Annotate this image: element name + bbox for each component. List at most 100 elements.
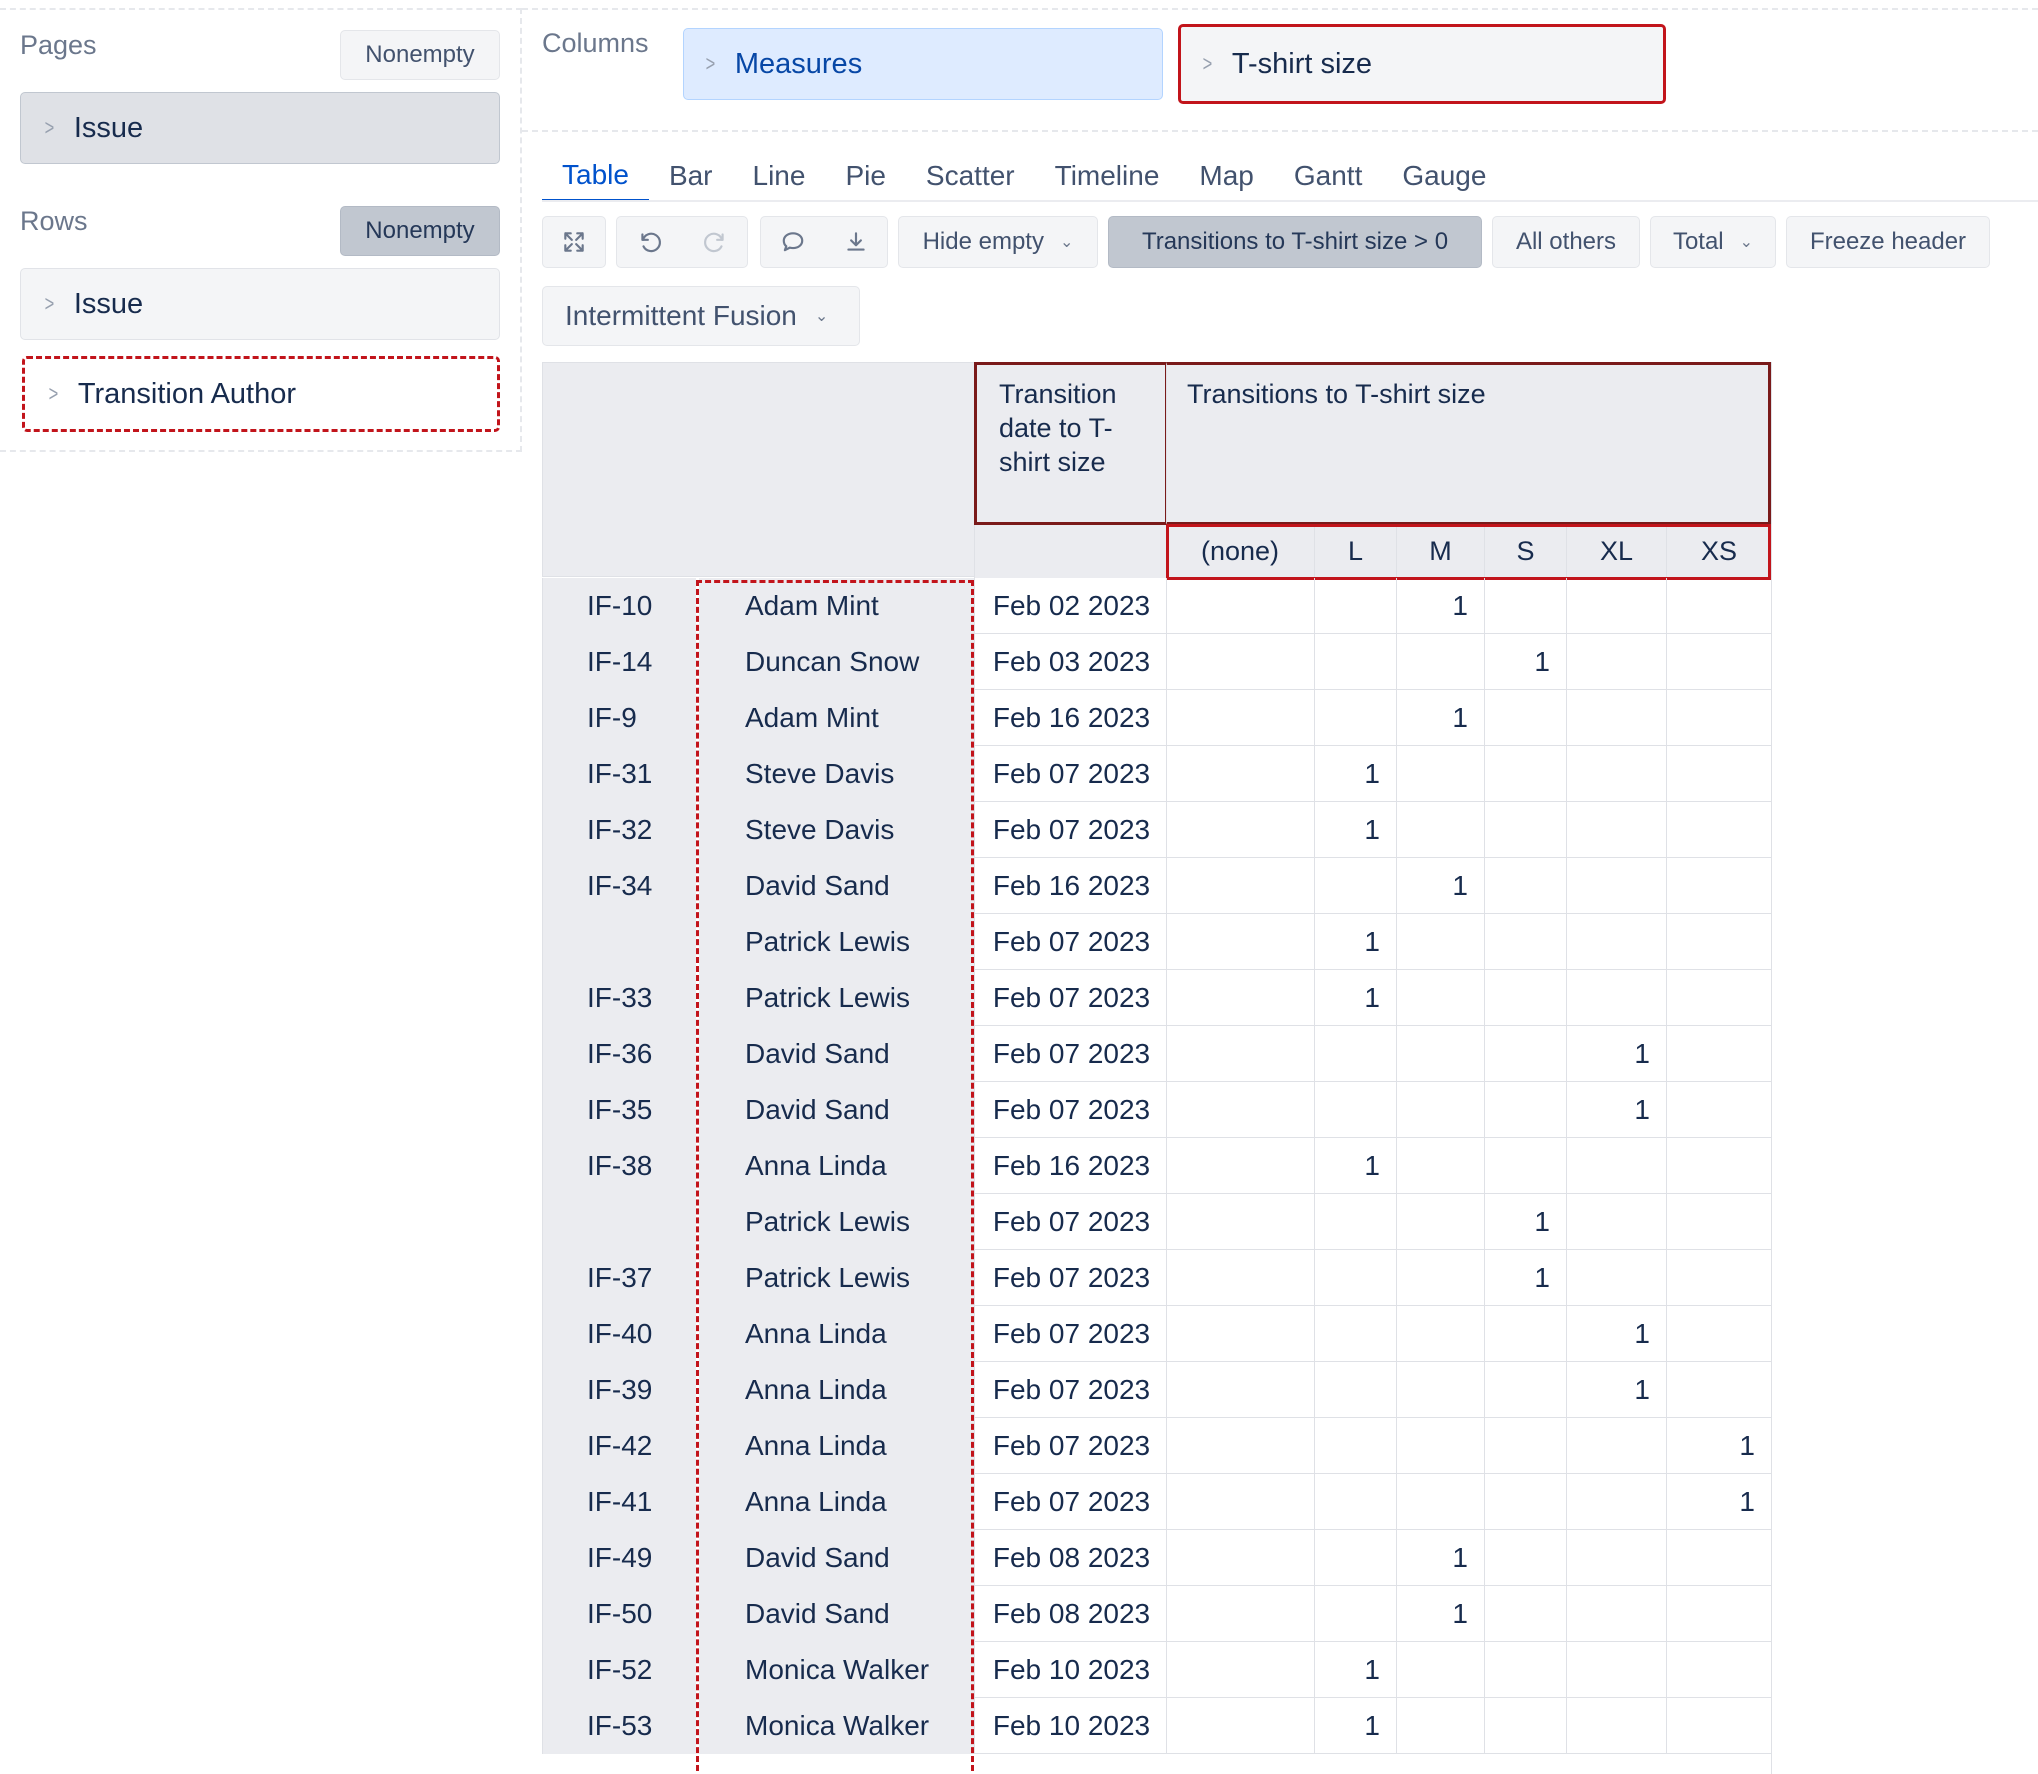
freeze-header-button[interactable]: Freeze header: [1786, 216, 1990, 268]
tab-line[interactable]: Line: [733, 150, 826, 202]
value-cell: [1666, 1250, 1771, 1306]
issue-cell[interactable]: IF-36: [542, 1026, 696, 1082]
undo-button[interactable]: [617, 229, 682, 255]
view-tabs: Table Bar Line Pie Scatter Timeline Map …: [542, 150, 1506, 202]
issue-cell[interactable]: IF-41: [542, 1474, 696, 1530]
author-cell[interactable]: Monica Walker: [696, 1698, 974, 1754]
total-dropdown[interactable]: Total ⌄: [1650, 216, 1776, 268]
download-button[interactable]: [824, 229, 887, 255]
value-cell: [1396, 802, 1484, 858]
pages-issue-chip[interactable]: > Issue: [20, 92, 500, 164]
table-row: IF-10 Adam Mint Feb 02 2023 1: [542, 578, 1772, 634]
table-body: IF-10 Adam Mint Feb 02 2023 1 IF-14 Duncan Sn…: [542, 578, 1772, 1754]
issue-cell[interactable]: IF-35: [542, 1082, 696, 1138]
project-dropdown[interactable]: Intermittent Fusion ⌄: [542, 286, 860, 346]
author-cell[interactable]: Patrick Lewis: [696, 970, 974, 1026]
author-cell[interactable]: Anna Linda: [696, 1306, 974, 1362]
value-cell: 1: [1666, 1418, 1771, 1474]
author-cell[interactable]: Adam Mint: [696, 578, 974, 634]
table-row: IF-36 David Sand Feb 07 2023 1: [542, 1026, 1772, 1082]
value-cell: [1314, 1530, 1396, 1586]
rows-nonempty-button[interactable]: Nonempty: [340, 206, 500, 256]
chevron-right-icon: >: [44, 291, 55, 316]
all-others-button[interactable]: All others: [1492, 216, 1640, 268]
chevron-right-icon: >: [48, 381, 59, 406]
value-cell: [1484, 1138, 1566, 1194]
author-cell[interactable]: Anna Linda: [696, 1138, 974, 1194]
author-cell[interactable]: Anna Linda: [696, 1362, 974, 1418]
issue-cell[interactable]: IF-42: [542, 1418, 696, 1474]
author-cell[interactable]: David Sand: [696, 1082, 974, 1138]
issue-cell[interactable]: IF-49: [542, 1530, 696, 1586]
value-cell: [1484, 1530, 1566, 1586]
author-cell[interactable]: Adam Mint: [696, 690, 974, 746]
value-cell: [1166, 1698, 1314, 1754]
author-cell[interactable]: Steve Davis: [696, 746, 974, 802]
hide-empty-dropdown[interactable]: Hide empty ⌄: [898, 216, 1098, 268]
measure-filter-button[interactable]: Transitions to T-shirt size > 0: [1108, 216, 1482, 268]
rows-transition-author-chip[interactable]: > Transition Author: [22, 356, 500, 432]
tab-gauge[interactable]: Gauge: [1382, 150, 1506, 202]
tab-bar[interactable]: Bar: [649, 150, 733, 202]
tab-table[interactable]: Table: [542, 150, 649, 202]
issue-cell[interactable]: IF-37: [542, 1250, 696, 1306]
tab-timeline[interactable]: Timeline: [1035, 150, 1180, 202]
author-cell[interactable]: David Sand: [696, 1026, 974, 1082]
author-cell[interactable]: Patrick Lewis: [696, 1250, 974, 1306]
tab-map[interactable]: Map: [1179, 150, 1273, 202]
value-cell: 1: [1396, 578, 1484, 634]
issue-cell[interactable]: IF-50: [542, 1586, 696, 1642]
value-cell: [1166, 1642, 1314, 1698]
issue-cell[interactable]: IF-33: [542, 970, 696, 1026]
author-cell[interactable]: Patrick Lewis: [696, 914, 974, 970]
chevron-down-icon: ⌄: [1739, 234, 1754, 251]
value-cell: [1566, 1698, 1666, 1754]
issue-cell[interactable]: IF-32: [542, 802, 696, 858]
value-cell: 1: [1484, 1250, 1566, 1306]
author-cell[interactable]: Anna Linda: [696, 1474, 974, 1530]
author-cell[interactable]: David Sand: [696, 858, 974, 914]
tab-scatter[interactable]: Scatter: [906, 150, 1035, 202]
value-cell: [1166, 970, 1314, 1026]
author-cell[interactable]: David Sand: [696, 1586, 974, 1642]
issue-cell[interactable]: IF-31: [542, 746, 696, 802]
author-cell[interactable]: Anna Linda: [696, 1418, 974, 1474]
value-cell: [1166, 690, 1314, 746]
author-cell[interactable]: Monica Walker: [696, 1642, 974, 1698]
expand-button[interactable]: [542, 216, 606, 268]
issue-cell[interactable]: IF-14: [542, 634, 696, 690]
value-cell: [1666, 970, 1771, 1026]
issue-cell[interactable]: [542, 914, 696, 970]
value-cell: [1484, 690, 1566, 746]
issue-cell[interactable]: IF-34: [542, 858, 696, 914]
redo-button[interactable]: [682, 229, 747, 255]
issue-cell[interactable]: IF-40: [542, 1306, 696, 1362]
issue-cell[interactable]: IF-10: [542, 578, 696, 634]
author-cell[interactable]: Patrick Lewis: [696, 1194, 974, 1250]
issue-cell[interactable]: IF-38: [542, 1138, 696, 1194]
columns-measures-chip[interactable]: > Measures: [683, 28, 1163, 100]
value-cell: 1: [1666, 1474, 1771, 1530]
columns-tshirt-size-chip[interactable]: > T-shirt size: [1178, 24, 1666, 104]
value-cell: [1666, 634, 1771, 690]
comment-button[interactable]: [761, 229, 824, 255]
author-cell[interactable]: Steve Davis: [696, 802, 974, 858]
pages-nonempty-button[interactable]: Nonempty: [340, 30, 500, 80]
project-dropdown-label: Intermittent Fusion: [565, 300, 797, 331]
issue-cell[interactable]: IF-39: [542, 1362, 696, 1418]
transition-date-header[interactable]: Transition date to T-shirt size: [974, 362, 1168, 525]
rows-issue-chip[interactable]: > Issue: [20, 268, 500, 340]
tab-pie[interactable]: Pie: [825, 150, 905, 202]
total-label: Total: [1672, 228, 1724, 255]
issue-cell[interactable]: IF-9: [542, 690, 696, 746]
author-cell[interactable]: David Sand: [696, 1530, 974, 1586]
issue-cell[interactable]: IF-53: [542, 1698, 696, 1754]
tab-gantt[interactable]: Gantt: [1274, 150, 1382, 202]
issue-cell[interactable]: IF-52: [542, 1642, 696, 1698]
author-cell[interactable]: Duncan Snow: [696, 634, 974, 690]
issue-cell[interactable]: [542, 1194, 696, 1250]
transitions-measure-header[interactable]: Transitions to T-shirt size: [1166, 362, 1771, 525]
table-row: IF-53 Monica Walker Feb 10 2023 1: [542, 1698, 1772, 1754]
value-cell: [1666, 690, 1771, 746]
value-cell: [1484, 1586, 1566, 1642]
